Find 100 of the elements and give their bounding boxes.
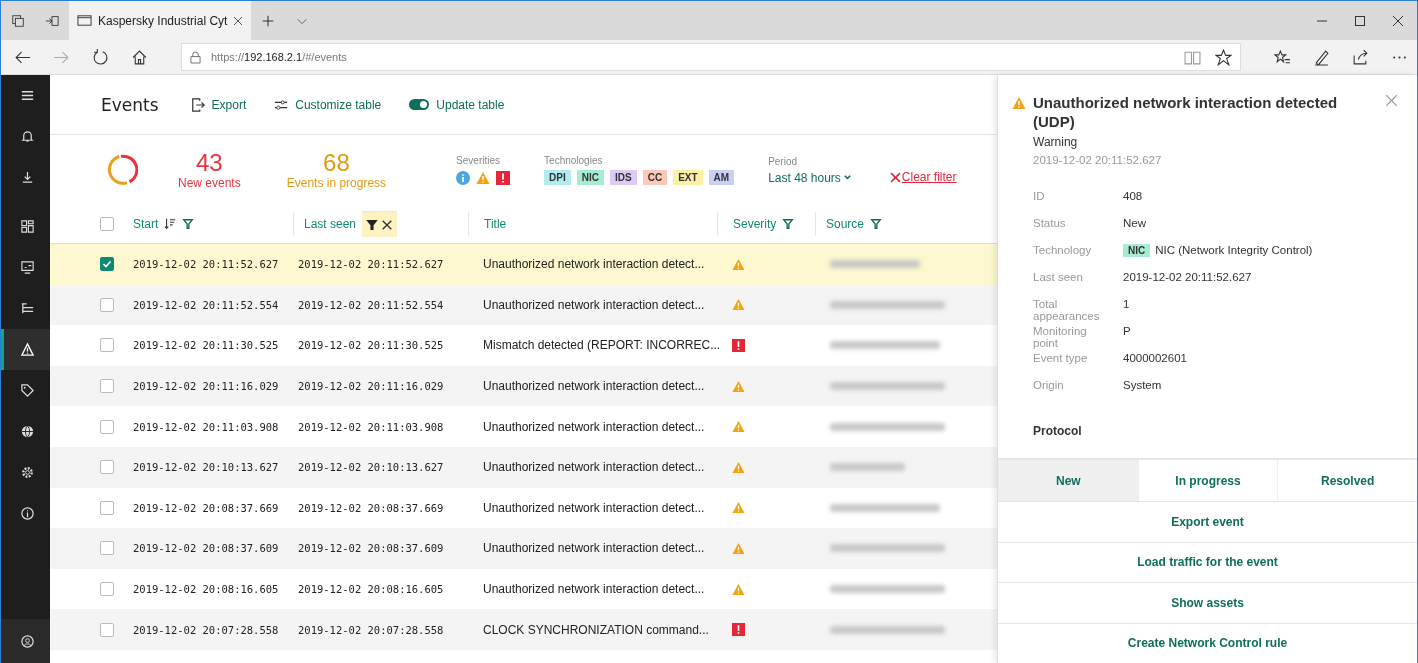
warning-icon <box>1012 96 1026 110</box>
table-cell: 2019-12-02 20:11:03.908 <box>133 420 279 433</box>
select-all-checkbox[interactable] <box>100 217 114 231</box>
sliders-icon <box>274 97 289 112</box>
close-icon[interactable] <box>1393 15 1403 26</box>
column-header[interactable]: Source <box>826 211 883 237</box>
favorites-icon[interactable] <box>1274 48 1291 66</box>
action-button[interactable]: Show assets <box>998 582 1417 623</box>
action-button[interactable]: Create Network Control rule <box>998 622 1417 663</box>
table-row[interactable]: 2019-12-02 20:08:16.605 2019-12-02 20:08:16.605 Unauthorized network interaction detect... <box>50 568 997 610</box>
update-table-toggle[interactable]: Update table <box>409 97 505 112</box>
table-cell: 2019-12-02 20:11:03.908 <box>298 420 444 433</box>
table-row[interactable]: 2019-12-02 20:11:16.029 2019-12-02 20:11:16.029 Unauthorized network interaction detect... <box>50 365 997 407</box>
table-row[interactable]: 2019-12-02 20:11:52.554 2019-12-02 20:11:52.554 Unauthorized network interaction detect... <box>50 284 997 326</box>
table-cell: 2019-12-02 20:08:37.609 <box>133 542 279 555</box>
filter-icon[interactable] <box>182 218 195 230</box>
close-icon[interactable] <box>233 15 244 26</box>
table-cell: 2019-12-02 20:11:52.554 <box>133 298 279 311</box>
warning-icon <box>732 420 745 434</box>
table-row[interactable]: 2019-12-02 20:11:30.525 2019-12-02 20:11:30.525 Mismatch detected (REPORT: INCORREC... <box>50 325 997 366</box>
sort-icon[interactable] <box>164 218 177 230</box>
error-icon[interactable] <box>496 170 511 185</box>
table-cell: 2019-12-02 20:07:28.558 <box>133 623 279 636</box>
table-row[interactable]: 2019-12-02 20:10:13.627 2019-12-02 20:10:13.627 Unauthorized network interaction detect... <box>50 446 997 488</box>
warning-icon <box>732 501 745 515</box>
table-cell: Unauthorized network interaction detect... <box>483 582 705 597</box>
browser-tab[interactable]: Kaspersky Industrial Cyt <box>69 1 252 40</box>
filter-label: Technologies <box>544 154 604 166</box>
row-checkbox[interactable] <box>100 582 114 597</box>
star-icon[interactable] <box>1215 48 1232 66</box>
technology-tag[interactable]: CC <box>642 170 668 185</box>
action-button[interactable]: Export event <box>998 501 1417 542</box>
tabs-aside-icon[interactable] <box>11 13 25 28</box>
table-row[interactable]: 2019-12-02 20:11:52.627 2019-12-02 20:11:52.627 Unauthorized network interaction detect... <box>50 244 997 285</box>
table-row[interactable]: 2019-12-02 20:08:37.669 2019-12-02 20:08:37.669 Unauthorized network interaction detect... <box>50 487 997 529</box>
user-icon[interactable] <box>19 633 35 649</box>
clear-filter-link[interactable]: Clear filter <box>889 170 957 184</box>
table-row[interactable]: 2019-12-02 20:07:28.558 2019-12-02 20:07:28.558 CLOCK SYNCHRONIZATION command... <box>50 609 997 650</box>
period-dropdown[interactable]: Last 48 hours <box>768 170 852 185</box>
new-tab-icon[interactable] <box>261 13 276 28</box>
technology-tag[interactable]: DPI <box>544 170 571 185</box>
table-cell: 2019-12-02 20:11:52.627 <box>298 258 444 271</box>
address-field[interactable]: https://192.168.2.1/#/events <box>211 51 347 63</box>
field-value: 408 <box>1123 190 1143 202</box>
table-row[interactable]: 2019-12-02 20:08:37.609 2019-12-02 20:08:37.609 Unauthorized network interaction detect... <box>50 528 997 569</box>
filter-icon[interactable] <box>870 218 883 230</box>
technology-tag[interactable]: NIC <box>576 170 604 185</box>
row-checkbox[interactable] <box>100 541 114 556</box>
column-header[interactable]: Last seen <box>304 211 398 237</box>
info-icon[interactable] <box>456 170 471 185</box>
row-checkbox[interactable] <box>100 622 114 637</box>
pen-icon[interactable] <box>1313 48 1330 66</box>
table-cell: 2019-12-02 20:08:16.605 <box>133 583 279 596</box>
field-label: Monitoring point <box>1033 325 1088 351</box>
table-cell: 2019-12-02 20:08:16.605 <box>298 583 444 596</box>
set-aside-icon[interactable] <box>45 13 59 28</box>
table-cell: Unauthorized network interaction detect... <box>483 500 705 515</box>
field-label: Status <box>1033 217 1067 231</box>
table-cell: Unauthorized network interaction detect... <box>483 297 705 312</box>
table-cell: 2019-12-02 20:11:16.029 <box>298 380 444 393</box>
field-label: Last seen <box>1033 271 1084 285</box>
in-progress-count: 68 <box>323 150 350 176</box>
row-checkbox[interactable] <box>100 297 114 312</box>
filter-icon[interactable] <box>782 218 795 230</box>
status-step[interactable]: Resolved <box>1277 460 1417 501</box>
home-icon[interactable] <box>131 48 148 66</box>
table-cell: 2019-12-02 20:11:52.554 <box>298 298 444 311</box>
table-cell: Unauthorized network interaction detect... <box>483 379 705 394</box>
row-checkbox[interactable] <box>100 500 114 515</box>
status-step[interactable]: New <box>998 460 1138 501</box>
technology-tag[interactable]: IDS <box>610 170 637 185</box>
column-header[interactable]: Severity <box>733 211 795 237</box>
warning-icon <box>732 460 745 474</box>
close-icon <box>889 171 901 183</box>
share-icon[interactable] <box>1352 48 1369 66</box>
technology-tag[interactable]: AM <box>708 170 735 185</box>
export-button[interactable]: Export <box>190 97 247 112</box>
table-row[interactable]: 2019-12-02 20:11:03.908 2019-12-02 20:11:03.908 Unauthorized network interaction detect... <box>50 406 997 447</box>
row-checkbox[interactable] <box>100 460 114 475</box>
refresh-icon[interactable] <box>92 48 109 66</box>
row-checkbox[interactable] <box>100 257 114 272</box>
table-cell: 2019-12-02 20:08:37.669 <box>133 501 279 514</box>
action-button[interactable]: Load traffic for the event <box>998 541 1417 582</box>
active-filter-icon[interactable] <box>366 218 379 231</box>
row-checkbox[interactable] <box>100 419 114 434</box>
warning-icon <box>732 257 745 271</box>
lock-icon <box>190 50 201 64</box>
technology-tag[interactable]: EXT <box>673 170 703 185</box>
warning-icon <box>732 298 745 312</box>
column-header[interactable]: Title <box>484 211 507 237</box>
warning-icon <box>19 342 35 357</box>
maximize-icon[interactable] <box>1355 15 1365 26</box>
customize-table-button[interactable]: Customize table <box>274 97 382 112</box>
clear-icon[interactable] <box>381 218 394 231</box>
row-checkbox[interactable] <box>100 379 114 394</box>
page-title: Events <box>101 94 159 115</box>
column-header[interactable]: Start <box>133 211 195 237</box>
row-checkbox[interactable] <box>100 338 114 353</box>
dashboard-icon <box>19 260 35 275</box>
active-nav-item[interactable] <box>1 329 50 370</box>
